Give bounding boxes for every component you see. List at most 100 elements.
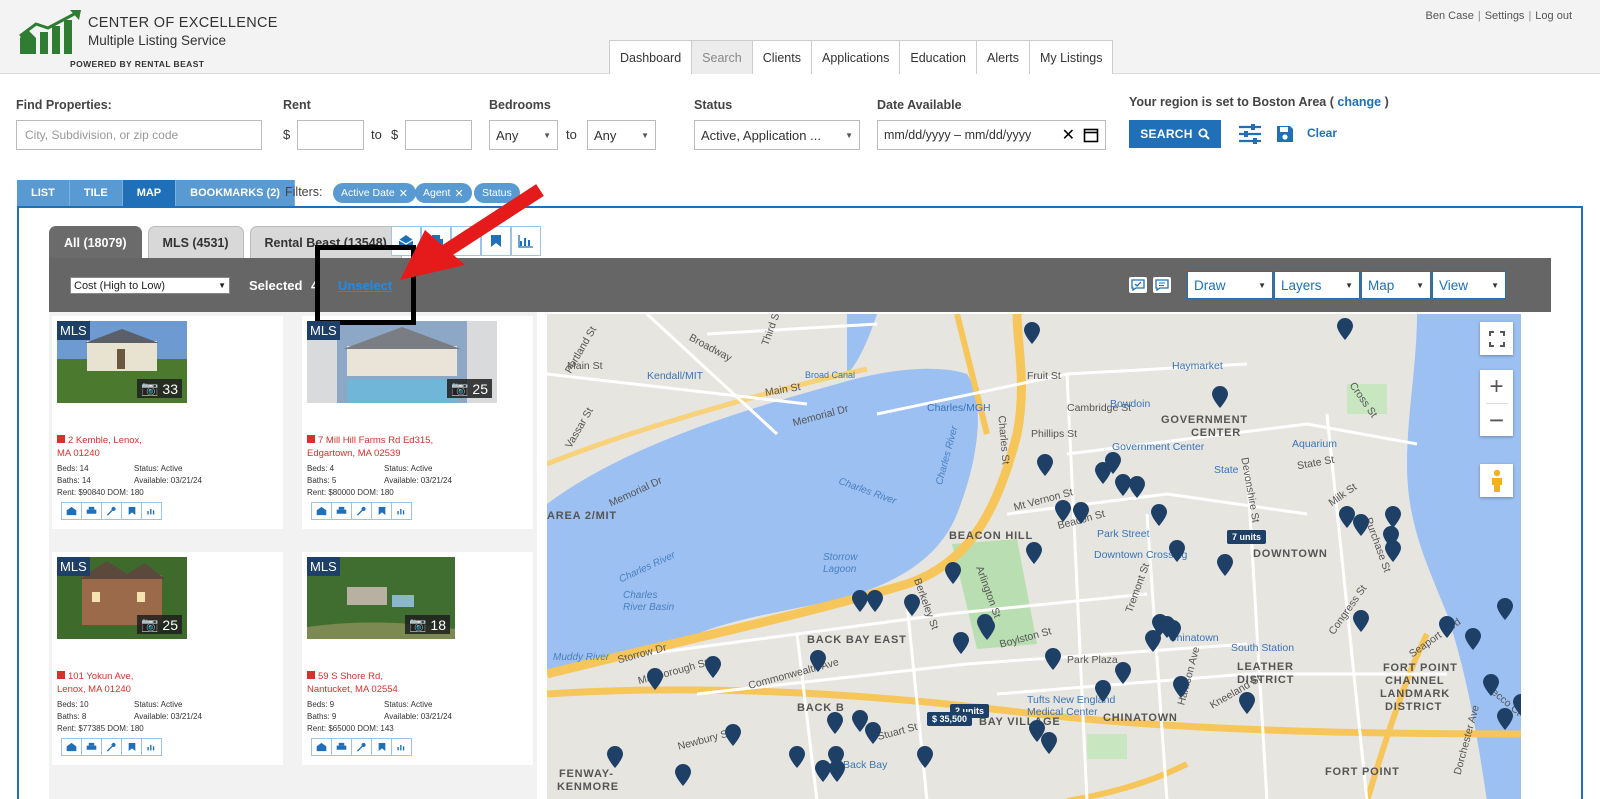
change-region-link[interactable]: change [1337, 95, 1381, 109]
view-list-tab[interactable]: LIST [17, 180, 70, 206]
map-pin-icon[interactable] [1041, 732, 1057, 754]
stats-listing-button[interactable] [391, 502, 412, 520]
map-cluster-label[interactable]: 7 units [1227, 530, 1267, 544]
map-pin-icon[interactable] [1024, 322, 1040, 344]
calendar-icon[interactable] [1083, 127, 1099, 143]
map-pin-icon[interactable] [1212, 386, 1228, 408]
map-pin-icon[interactable] [1513, 694, 1521, 716]
date-range-input[interactable]: mm/dd/yyyy – mm/dd/yyyy ✕ [877, 120, 1106, 150]
nav-my-listings[interactable]: My Listings [1028, 40, 1114, 74]
map-pin-icon[interactable] [1151, 504, 1167, 526]
map-pin-icon[interactable] [705, 656, 721, 678]
listing-card[interactable]: MLS 📷 25 7 Mill Hill Farms Rd Ed315, Edgar… [302, 316, 533, 529]
brand-logo[interactable]: CENTER OF EXCELLENCE Multiple Listing Se… [18, 8, 298, 72]
email-listing-button[interactable] [61, 502, 82, 520]
street-view-button[interactable] [1480, 464, 1513, 497]
map-pin-icon[interactable] [1095, 680, 1111, 702]
map-pin-icon[interactable] [1353, 514, 1369, 536]
map-pin-icon[interactable] [1497, 598, 1513, 620]
bookmark-listing-button[interactable] [121, 738, 142, 756]
map-pin-icon[interactable] [1465, 628, 1481, 650]
map-pin-icon[interactable] [1385, 506, 1401, 528]
selected-checkbox[interactable] [57, 435, 65, 443]
map-pin-icon[interactable] [1129, 476, 1145, 498]
bedrooms-max-select[interactable]: Any ▼ [587, 120, 656, 150]
map-pin-icon[interactable] [865, 722, 881, 744]
draw-select[interactable]: Draw ▼ [1187, 271, 1273, 299]
rent-min-input[interactable] [297, 120, 364, 150]
map-pin-icon[interactable] [829, 760, 845, 782]
user-name-link[interactable]: Ben Case [1426, 10, 1474, 22]
map-select-tool-button[interactable] [1129, 277, 1147, 293]
listing-photo[interactable]: MLS 📷 25 [307, 321, 497, 403]
selected-checkbox[interactable] [307, 435, 315, 443]
map-pin-icon[interactable] [810, 650, 826, 672]
map-pin-icon[interactable] [1165, 620, 1181, 642]
map-pin-icon[interactable] [1497, 708, 1513, 730]
map-pin-icon[interactable] [725, 724, 741, 746]
key-listing-button[interactable] [101, 738, 122, 756]
map-pin-icon[interactable] [1217, 554, 1233, 576]
listing-address[interactable]: 2 Kemble, Lenox, MA 01240 [57, 434, 277, 460]
find-properties-input[interactable]: City, Subdivision, or zip code [16, 120, 262, 150]
layers-select[interactable]: Layers ▼ [1274, 271, 1360, 299]
map-pin-icon[interactable] [1337, 318, 1353, 340]
map-pin-icon[interactable] [1239, 692, 1255, 714]
map-pin-icon[interactable] [1026, 542, 1042, 564]
stats-listing-button[interactable] [391, 738, 412, 756]
nav-alerts[interactable]: Alerts [976, 40, 1030, 74]
print-listing-button[interactable] [81, 502, 102, 520]
map-pin-icon[interactable] [917, 746, 933, 768]
listing-photo[interactable]: MLS 📷 33 [57, 321, 187, 403]
save-search-button[interactable] [1271, 120, 1299, 148]
map-pin-icon[interactable] [953, 632, 969, 654]
print-listing-button[interactable] [331, 502, 352, 520]
map-pin-icon[interactable] [1105, 452, 1121, 474]
rent-max-input[interactable] [405, 120, 472, 150]
view-select[interactable]: View ▼ [1432, 271, 1506, 299]
logout-link[interactable]: Log out [1535, 10, 1572, 22]
bookmark-listing-button[interactable] [121, 502, 142, 520]
search-button[interactable]: SEARCH [1129, 120, 1221, 148]
selected-checkbox[interactable] [307, 671, 315, 679]
map-comment-tool-button[interactable] [1153, 277, 1171, 293]
listing-card[interactable]: MLS 📷 18 59 S Shore Rd, Nantucket, MA 0255… [302, 552, 533, 765]
map-pin-icon[interactable] [607, 746, 623, 768]
settings-link[interactable]: Settings [1485, 10, 1525, 22]
bookmark-listing-button[interactable] [371, 502, 392, 520]
listing-address[interactable]: 59 S Shore Rd, Nantucket, MA 02554 [307, 670, 527, 696]
sort-select[interactable]: Cost (High to Low) ▼ [70, 277, 230, 294]
print-listing-button[interactable] [331, 738, 352, 756]
listing-address[interactable]: 101 Yokun Ave, Lenox, MA 01240 [57, 670, 277, 696]
key-listing-button[interactable] [351, 738, 372, 756]
stats-listing-button[interactable] [141, 502, 162, 520]
map-pin-icon[interactable] [1073, 502, 1089, 524]
map-pin-icon[interactable] [945, 562, 961, 584]
source-tab-all[interactable]: All (18079) [49, 226, 142, 258]
map-type-select[interactable]: Map ▼ [1361, 271, 1431, 299]
map-pin-icon[interactable] [675, 764, 691, 786]
nav-education[interactable]: Education [899, 40, 977, 74]
map-pin-icon[interactable] [827, 712, 843, 734]
email-listing-button[interactable] [61, 738, 82, 756]
key-listing-button[interactable] [351, 502, 372, 520]
map-pin-icon[interactable] [1145, 630, 1161, 652]
selected-checkbox[interactable] [57, 671, 65, 679]
nav-search[interactable]: Search [691, 40, 753, 74]
clear-search-link[interactable]: Clear [1307, 126, 1337, 140]
map-pin-icon[interactable] [852, 590, 868, 612]
fullscreen-button[interactable] [1480, 322, 1513, 355]
map-pin-icon[interactable] [1115, 662, 1131, 684]
view-tile-tab[interactable]: TILE [69, 180, 123, 206]
map-pin-icon[interactable] [979, 618, 995, 640]
map-pin-icon[interactable] [789, 746, 805, 768]
map-pin-icon[interactable] [1173, 676, 1189, 698]
map-pin-icon[interactable] [904, 594, 920, 616]
map-pin-icon[interactable] [1353, 610, 1369, 632]
clear-date-icon[interactable]: ✕ [1062, 125, 1075, 145]
zoom-in-button[interactable]: + [1489, 370, 1503, 403]
view-map-tab[interactable]: MAP [122, 180, 177, 206]
listing-card[interactable]: MLS 📷 33 2 Kemble, Lenox, MA 01240 Beds: 1… [52, 316, 283, 529]
email-listing-button[interactable] [311, 738, 332, 756]
map-pin-icon[interactable] [1439, 616, 1455, 638]
